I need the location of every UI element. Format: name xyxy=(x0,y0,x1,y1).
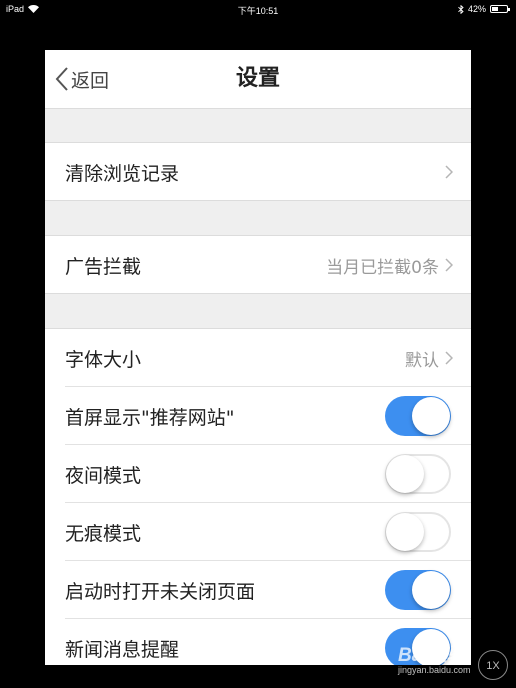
night-mode-row: 夜间模式 xyxy=(45,445,471,503)
baidu-jingyan-watermark: Bai经验 jingyan.baidu.com xyxy=(398,640,471,675)
watermark-url: jingyan.baidu.com xyxy=(398,665,471,675)
section-gap xyxy=(45,109,471,143)
section-gap xyxy=(45,294,471,329)
section-gap xyxy=(45,201,471,236)
toggle-knob xyxy=(412,571,450,609)
ad-block-count: 当月已拦截0条 xyxy=(326,257,439,278)
toggle-knob xyxy=(412,397,450,435)
home-recommend-row: 首屏显示"推荐网站" xyxy=(45,387,471,445)
status-bar: iPad 下午10:51 42% xyxy=(0,0,516,18)
font-size-value: 默认 xyxy=(405,350,439,371)
home-recommend-label: 首屏显示"推荐网站" xyxy=(65,406,235,429)
playback-speed-badge[interactable]: 1X xyxy=(478,650,508,680)
row-accessory xyxy=(445,165,453,179)
private-mode-label: 无痕模式 xyxy=(65,522,142,545)
ad-block-label: 广告拦截 xyxy=(65,255,142,278)
font-size-label: 字体大小 xyxy=(65,348,142,371)
battery-icon xyxy=(490,5,510,13)
night-mode-toggle[interactable] xyxy=(385,454,451,494)
watermark-logo: Bai经验 xyxy=(398,645,466,666)
font-size-row[interactable]: 字体大小 默认 xyxy=(45,329,471,387)
private-mode-toggle[interactable] xyxy=(385,512,451,552)
private-mode-row: 无痕模式 xyxy=(45,503,471,561)
status-time: 下午10:51 xyxy=(237,6,279,16)
row-accessory: 默认 xyxy=(405,346,453,371)
toggle-knob xyxy=(386,513,424,551)
status-right: 42% xyxy=(458,4,510,14)
nav-bar: 返回 设置 xyxy=(45,50,471,109)
battery-tip xyxy=(508,8,510,11)
row-accessory: 当月已拦截0条 xyxy=(326,253,453,278)
restore-pages-row: 启动时打开未关闭页面 xyxy=(45,561,471,619)
page-title: 设置 xyxy=(235,66,280,91)
bluetooth-icon xyxy=(458,4,464,14)
restore-pages-toggle[interactable] xyxy=(385,570,451,610)
night-mode-label: 夜间模式 xyxy=(65,464,142,487)
clear-history-label: 清除浏览记录 xyxy=(65,162,180,185)
home-recommend-toggle[interactable] xyxy=(385,396,451,436)
ad-block-row[interactable]: 广告拦截 当月已拦截0条 xyxy=(45,236,471,294)
toggle-knob xyxy=(386,455,424,493)
news-alerts-label: 新闻消息提醒 xyxy=(65,638,180,661)
chevron-right-icon xyxy=(445,165,453,179)
battery-fill xyxy=(492,7,498,11)
battery-percent: 42% xyxy=(467,4,486,14)
chevron-right-icon xyxy=(445,258,453,272)
settings-panel: 返回 设置 清除浏览记录 广告拦截 当月已拦截0条 字体大小 默认 首屏显示"推… xyxy=(45,50,471,665)
restore-pages-label: 启动时打开未关闭页面 xyxy=(65,580,256,603)
chevron-right-icon xyxy=(445,351,453,365)
clear-history-row[interactable]: 清除浏览记录 xyxy=(45,143,471,201)
